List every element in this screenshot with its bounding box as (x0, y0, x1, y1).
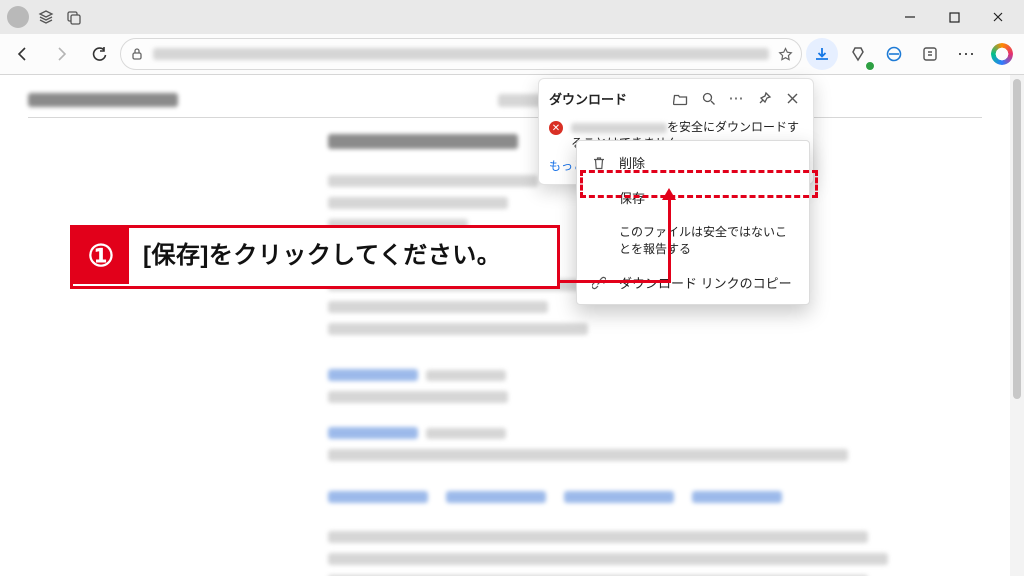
context-item-label: このファイルは安全ではないことを報告する (619, 223, 795, 257)
error-icon: ✕ (549, 121, 563, 135)
back-button[interactable] (6, 38, 40, 70)
maximize-button[interactable] (932, 0, 976, 34)
downloads-search-icon[interactable] (697, 87, 719, 109)
blank-icon (591, 190, 607, 206)
downloads-open-folder-icon[interactable] (669, 87, 691, 109)
close-window-button[interactable] (976, 0, 1020, 34)
tab-actions-icon[interactable] (60, 3, 88, 31)
context-item-report-unsafe[interactable]: このファイルは安全ではないことを報告する (577, 215, 809, 265)
downloads-close-icon[interactable] (781, 87, 803, 109)
favorite-icon[interactable] (777, 46, 793, 62)
blank-icon (591, 232, 607, 248)
url-text (153, 48, 769, 60)
toolbar: ⋯ (0, 34, 1024, 74)
divider (28, 117, 982, 118)
settings-menu-button[interactable]: ⋯ (950, 38, 982, 70)
ie-mode-icon[interactable] (878, 38, 910, 70)
context-item-save[interactable]: 保存 (577, 180, 809, 215)
refresh-button[interactable] (82, 38, 116, 70)
profile-avatar[interactable] (4, 3, 32, 31)
trash-icon (591, 155, 607, 171)
downloads-more-icon[interactable]: ⋯ (725, 87, 747, 109)
annotation-step-number: ① (73, 228, 129, 284)
minimize-button[interactable] (888, 0, 932, 34)
window-controls (888, 0, 1020, 34)
downloads-popup-title: ダウンロード (549, 89, 663, 108)
context-item-delete[interactable]: 削除 (577, 145, 809, 180)
annotation-callout: ① [保存]をクリックしてください。 (70, 225, 560, 289)
downloads-pin-icon[interactable] (753, 87, 775, 109)
annotation-leader-horizontal (560, 280, 670, 283)
viewport-wrap (0, 75, 1024, 576)
workspaces-icon[interactable] (32, 3, 60, 31)
copilot-icon[interactable] (986, 38, 1018, 70)
extensions-icon[interactable] (842, 38, 874, 70)
vertical-scrollbar[interactable] (1010, 75, 1024, 576)
annotation-arrowhead-icon (662, 188, 676, 200)
annotation-leader-vertical (668, 198, 671, 283)
downloads-button[interactable] (806, 38, 838, 70)
scrollbar-thumb[interactable] (1013, 79, 1021, 399)
address-bar[interactable] (120, 38, 802, 70)
context-item-label: 削除 (619, 153, 795, 172)
collections-icon[interactable] (914, 38, 946, 70)
site-info-icon[interactable] (129, 46, 145, 62)
page-heading (28, 93, 178, 107)
page-viewport (0, 75, 1010, 576)
titlebar: × + (0, 0, 1024, 34)
context-item-label: 保存 (619, 188, 795, 207)
annotation-text: [保存]をクリックしてください。 (129, 228, 515, 286)
forward-button (44, 38, 78, 70)
browser-chrome: × + (0, 0, 1024, 75)
